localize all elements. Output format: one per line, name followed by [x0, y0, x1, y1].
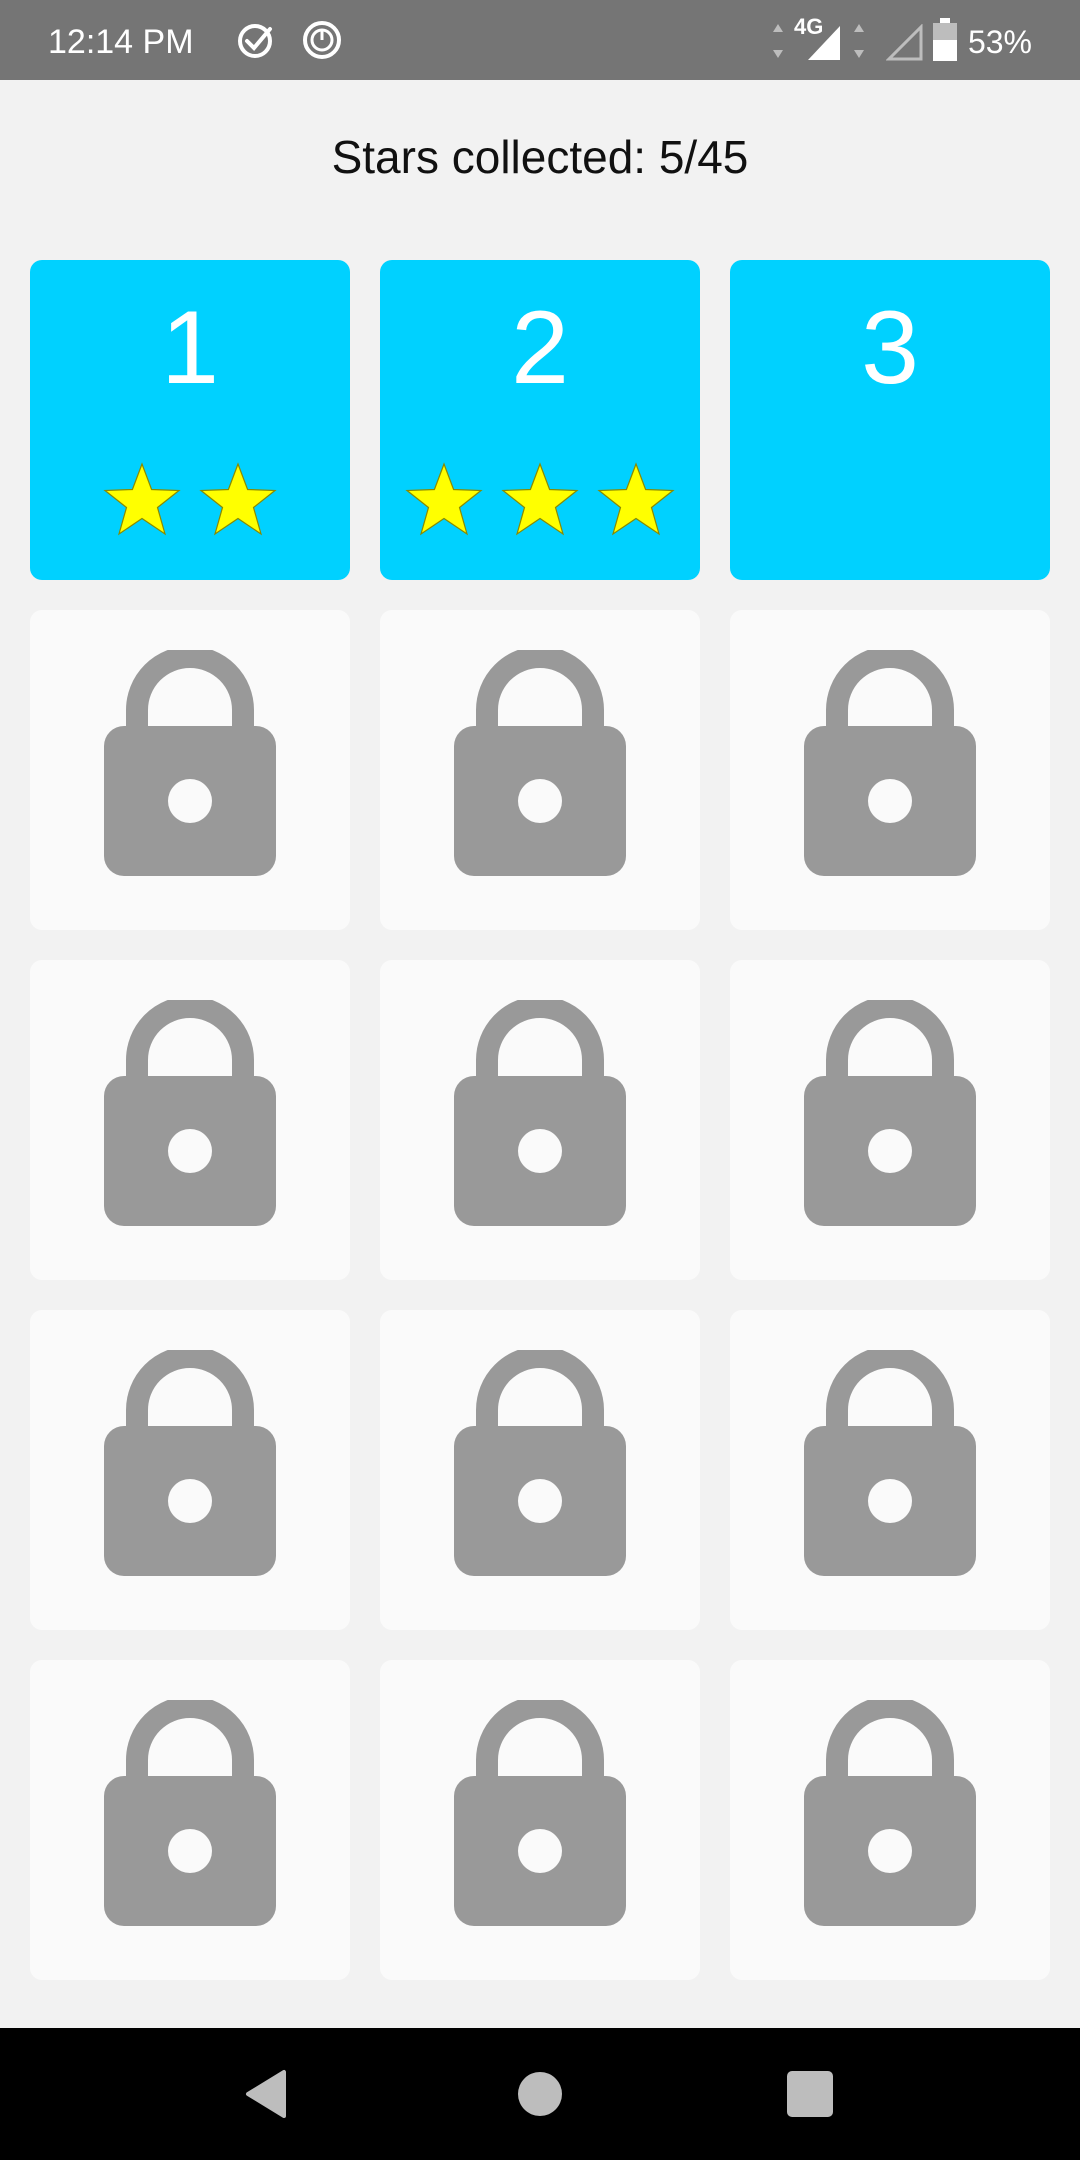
lock-icon: [454, 996, 626, 1230]
level-tile[interactable]: 1: [30, 260, 350, 580]
lock-icon: [804, 1346, 976, 1580]
battery-icon: [933, 18, 957, 61]
lock-icon: [104, 1346, 276, 1580]
level-tile-locked[interactable]: [30, 1310, 350, 1630]
lock-icon: [804, 646, 976, 880]
level-grid: 1 2 3: [30, 260, 1050, 1980]
power-icon: [303, 21, 341, 59]
lock-icon: [804, 1696, 976, 1930]
level-tile-locked[interactable]: [380, 1660, 700, 1980]
star-icon: [501, 462, 579, 536]
level-tile-locked[interactable]: [730, 1660, 1050, 1980]
lock-icon: [104, 996, 276, 1230]
home-icon[interactable]: [512, 2066, 568, 2122]
status-time: 12:14 PM: [48, 23, 194, 61]
lock-icon: [804, 996, 976, 1230]
level-tile-locked[interactable]: [30, 960, 350, 1280]
lock-icon: [454, 1696, 626, 1930]
level-tile-locked[interactable]: [380, 1310, 700, 1630]
lock-icon: [454, 1346, 626, 1580]
task-check-icon: [238, 24, 272, 58]
level-number: 1: [161, 290, 219, 406]
stars-collected-label: Stars collected: 5/45: [331, 131, 749, 183]
level-stars: [380, 460, 700, 542]
level-tile[interactable]: 2: [380, 260, 700, 580]
star-icon: [597, 462, 675, 536]
level-tile-locked[interactable]: [380, 960, 700, 1280]
back-icon[interactable]: [240, 2066, 296, 2122]
network-type-label: 4G: [794, 14, 824, 39]
lock-icon: [104, 646, 276, 880]
level-tile-locked[interactable]: [30, 610, 350, 930]
level-tile-locked[interactable]: [30, 1660, 350, 1980]
star-icon: [103, 462, 181, 536]
level-tile-locked[interactable]: [380, 610, 700, 930]
level-stars: [30, 460, 350, 542]
star-icon: [405, 462, 483, 536]
cell-signal-icon: [886, 24, 923, 61]
navigation-bar: [0, 2028, 1080, 2160]
level-number: 3: [861, 290, 919, 406]
level-number: 2: [511, 290, 569, 406]
star-icon: [199, 462, 277, 536]
battery-percentage: 53%: [967, 24, 1032, 60]
level-tile-locked[interactable]: [730, 610, 1050, 930]
lock-icon: [454, 646, 626, 880]
recents-icon[interactable]: [782, 2066, 838, 2122]
level-tile-locked[interactable]: [730, 960, 1050, 1280]
level-tile[interactable]: 3: [730, 260, 1050, 580]
lock-icon: [104, 1696, 276, 1930]
status-bar: 12:14 PM 4G 53%: [0, 0, 1080, 80]
level-tile-locked[interactable]: [730, 1310, 1050, 1630]
